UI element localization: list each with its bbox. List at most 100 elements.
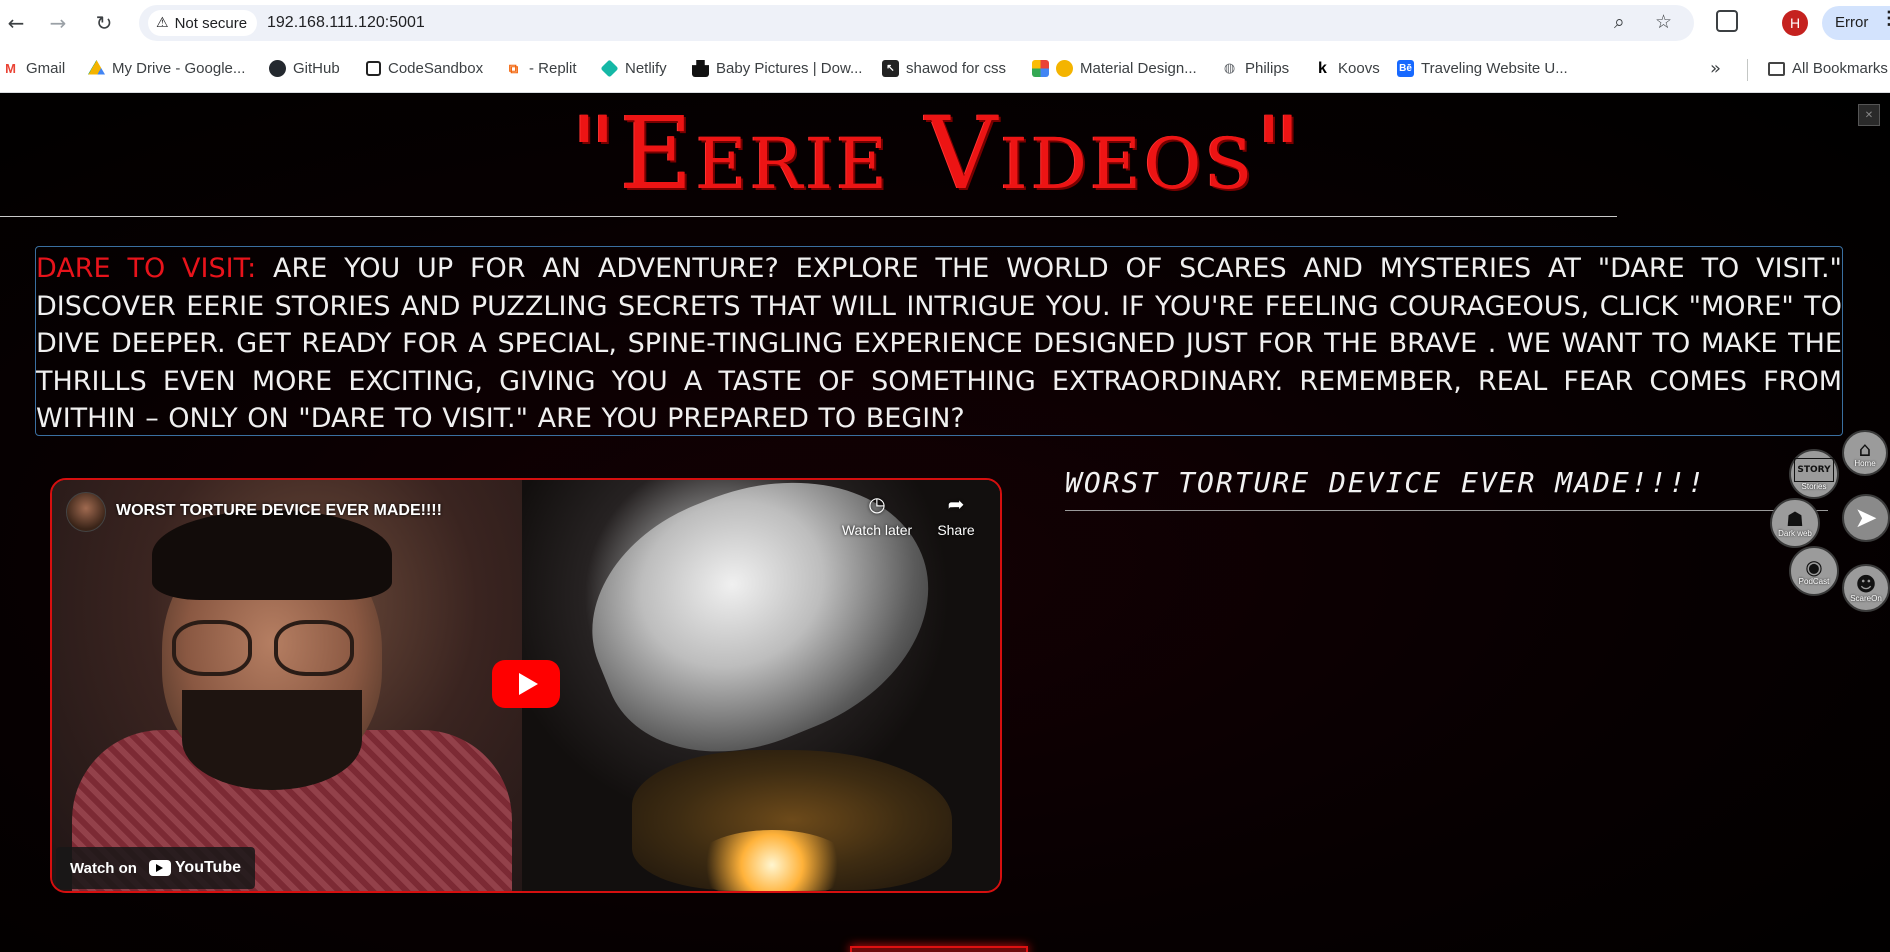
bookmark-label: CodeSandbox bbox=[388, 60, 484, 77]
more-button-peek[interactable] bbox=[850, 946, 1028, 952]
video-title[interactable]: WORST TORTURE DEVICE EVER MADE!!!! bbox=[116, 502, 442, 520]
title-divider bbox=[0, 216, 1617, 217]
back-arrow-icon[interactable]: ← bbox=[2, 9, 30, 37]
bookmarks-divider bbox=[1747, 59, 1748, 81]
zoom-icon[interactable]: ⌕ bbox=[1614, 11, 1625, 33]
thumbnail-glasses-right bbox=[274, 620, 354, 676]
bookmark-label: shawod for css bbox=[906, 60, 1007, 77]
nav-scareon-label: ScareOn bbox=[1850, 593, 1882, 603]
thumbnail-hair bbox=[152, 510, 392, 600]
nav-home-button[interactable]: ⌂ Home bbox=[1842, 430, 1888, 476]
profile-avatar[interactable]: H bbox=[1782, 10, 1808, 36]
all-bookmarks[interactable]: All Bookmarks bbox=[1768, 60, 1888, 77]
watch-on-youtube-button[interactable]: Watch on YouTube bbox=[56, 847, 255, 889]
youtube-embed[interactable]: WORST TORTURE DEVICE EVER MADE!!!! ◷ Wat… bbox=[50, 478, 1002, 893]
bookmark-label: Gmail bbox=[26, 60, 66, 77]
bookmark-netlify[interactable]: Netlify bbox=[600, 59, 667, 78]
replit-icon: ⧉ bbox=[508, 60, 519, 76]
nav-scareon-button[interactable]: ☻ ScareOn bbox=[1842, 564, 1890, 612]
bookmark-label: GitHub bbox=[293, 60, 340, 77]
youtube-icon bbox=[148, 860, 171, 876]
bookmark-star-icon[interactable]: ☆ bbox=[1655, 11, 1672, 33]
codesandbox-icon bbox=[366, 61, 381, 76]
share-button[interactable]: ➦ Share bbox=[916, 492, 996, 538]
play-button[interactable] bbox=[492, 660, 560, 708]
intro-panel: Dare to Visit: Are you up for an adventu… bbox=[35, 246, 1843, 436]
bookmark-label: Philips bbox=[1245, 60, 1290, 77]
warning-icon: ⚠ bbox=[156, 15, 169, 31]
cursor-icon: ↖ bbox=[882, 60, 899, 77]
koovs-icon: k bbox=[1318, 59, 1327, 77]
channel-avatar[interactable] bbox=[66, 492, 106, 532]
bookmark-shawod[interactable]: ↖ shawod for css bbox=[882, 60, 1006, 77]
bookmark-philips[interactable]: ◍ Philips bbox=[1221, 60, 1289, 77]
play-icon bbox=[518, 673, 538, 695]
security-chip[interactable]: ⚠ Not secure bbox=[148, 10, 258, 36]
all-bookmarks-label: All Bookmarks bbox=[1792, 60, 1888, 77]
intro-lead: Dare to Visit: bbox=[36, 253, 257, 284]
nav-stories-label: Stories bbox=[1801, 481, 1827, 491]
menu-dots-icon[interactable]: ⋮ bbox=[1880, 8, 1890, 29]
bookmark-replit[interactable]: ⧉ - Replit bbox=[505, 60, 577, 77]
globe-icon: ◍ bbox=[1223, 61, 1236, 76]
microphone-icon: ◉ bbox=[1805, 554, 1823, 579]
thumbnail-glasses-left bbox=[172, 620, 252, 676]
bookmark-label: Traveling Website U... bbox=[1421, 60, 1568, 77]
bookmark-koovs[interactable]: k Koovs bbox=[1314, 59, 1380, 78]
video-heading-divider bbox=[1065, 510, 1828, 511]
security-label: Not secure bbox=[174, 14, 248, 32]
clock-icon: ◷ bbox=[868, 492, 886, 516]
close-overlay-icon[interactable]: ✕ bbox=[1858, 104, 1880, 126]
bookmark-label: Koovs bbox=[1338, 60, 1380, 77]
nav-stories-button[interactable]: STORY Stories bbox=[1789, 449, 1839, 499]
page-content: "Eerie Videos" ✕ Dare to Visit: Are you … bbox=[0, 94, 1890, 952]
watch-later-button[interactable]: ◷ Watch later bbox=[837, 492, 917, 538]
bookmark-material[interactable]: Material Design... bbox=[1032, 60, 1197, 77]
bookmark-behance[interactable]: Bē Traveling Website U... bbox=[1397, 60, 1568, 77]
nav-home-label: Home bbox=[1854, 458, 1876, 468]
thumbnail-beard bbox=[182, 690, 362, 790]
nav-toggle-button[interactable]: ➤ bbox=[1842, 494, 1890, 542]
google-drive-icon bbox=[88, 60, 105, 75]
folder-icon bbox=[1768, 61, 1785, 76]
gmail-icon: M bbox=[5, 61, 16, 76]
address-bar[interactable]: ⚠ Not secure 192.168.111.120:5001 ⌕ ☆ bbox=[139, 5, 1694, 41]
nav-podcast-button[interactable]: ◉ PodCast bbox=[1789, 546, 1839, 596]
bookmark-drive[interactable]: My Drive - Google... bbox=[88, 60, 245, 77]
intro-text: Are you up for an adventure? Explore the… bbox=[36, 253, 1842, 434]
reload-icon[interactable]: ↻ bbox=[90, 9, 118, 37]
scare-user-icon: ☻ bbox=[1855, 571, 1877, 596]
bookmark-unsplash[interactable]: Baby Pictures | Dow... bbox=[692, 60, 862, 77]
unsplash-icon bbox=[692, 60, 709, 77]
github-icon bbox=[269, 60, 286, 77]
send-arrow-icon: ➤ bbox=[1854, 501, 1878, 534]
bookmark-gmail[interactable]: M Gmail bbox=[2, 60, 65, 77]
story-icon: STORY bbox=[1794, 457, 1834, 482]
extensions-icon[interactable] bbox=[1716, 10, 1738, 32]
bookmark-github[interactable]: GitHub bbox=[269, 60, 340, 77]
nav-darkweb-label: Dark web bbox=[1778, 528, 1812, 538]
share-label: Share bbox=[937, 522, 975, 538]
browser-toolbar: ← → ↻ ⚠ Not secure 192.168.111.120:5001 … bbox=[0, 0, 1890, 46]
bookmark-codesandbox[interactable]: CodeSandbox bbox=[366, 60, 483, 77]
watch-on-label: Watch on bbox=[70, 859, 137, 877]
youtube-logo: YouTube bbox=[148, 859, 241, 877]
nav-darkweb-button[interactable]: ☗ Dark web bbox=[1770, 498, 1820, 548]
bookmarks-bar: M Gmail My Drive - Google... GitHub Code… bbox=[0, 46, 1890, 93]
youtube-wordmark: YouTube bbox=[174, 859, 241, 876]
bookmark-label: Material Design... bbox=[1080, 60, 1197, 77]
behance-icon: Bē bbox=[1397, 60, 1414, 77]
video-heading: WORST TORTURE DEVICE EVER MADE!!!! bbox=[1065, 466, 1707, 499]
hacker-icon: ☗ bbox=[1786, 506, 1804, 531]
emoji-icon bbox=[1056, 60, 1073, 77]
nav-podcast-label: PodCast bbox=[1798, 576, 1830, 586]
bookmark-label: Baby Pictures | Dow... bbox=[716, 60, 863, 77]
bookmark-label: Netlify bbox=[625, 60, 667, 77]
forward-arrow-icon[interactable]: → bbox=[44, 9, 72, 37]
thumbnail-fire bbox=[692, 830, 852, 891]
url-text[interactable]: 192.168.111.120:5001 bbox=[267, 14, 425, 32]
bookmark-label: My Drive - Google... bbox=[112, 60, 246, 77]
chevron-more-icon[interactable]: » bbox=[1710, 58, 1721, 79]
material-icon bbox=[1032, 60, 1049, 77]
haunted-house-icon: ⌂ bbox=[1858, 436, 1872, 461]
